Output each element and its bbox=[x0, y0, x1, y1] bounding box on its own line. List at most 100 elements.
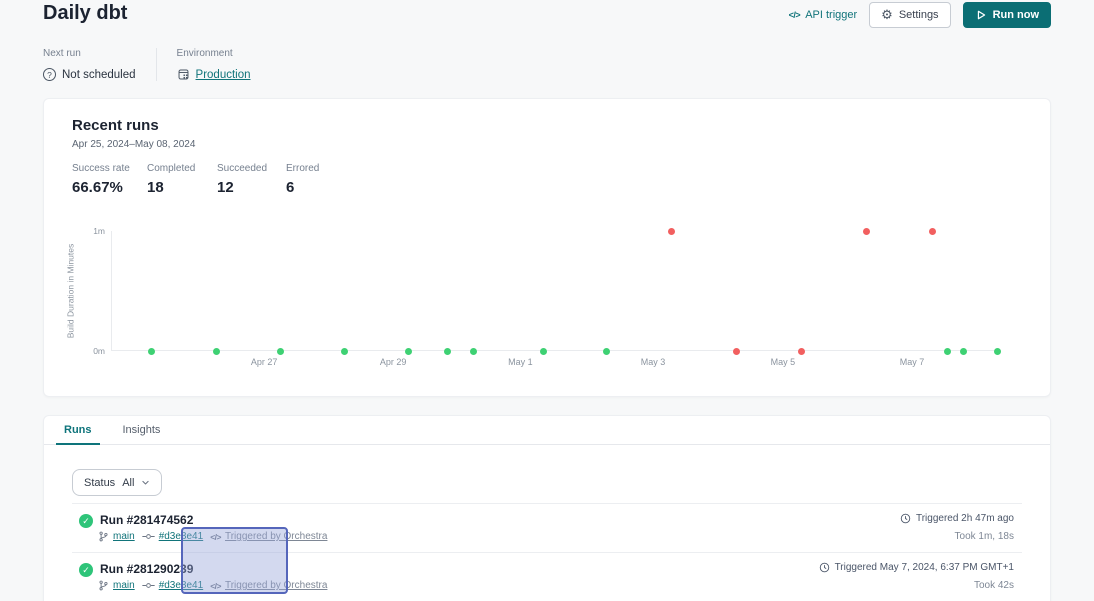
branch-item: main bbox=[98, 531, 135, 542]
run-duration: Took 1m, 18s bbox=[955, 531, 1014, 542]
settings-button[interactable]: ⚙ Settings bbox=[869, 2, 950, 28]
environment-link[interactable]: Production bbox=[196, 69, 251, 81]
chevron-down-icon bbox=[141, 478, 150, 487]
run-stats: Success rate 66.67% Completed 18 Succeed… bbox=[72, 163, 319, 196]
x-axis-ticks: Apr 27 Apr 29 May 1 May 3 May 5 May 7 bbox=[111, 357, 1001, 369]
clock-icon bbox=[819, 562, 830, 573]
header-actions: </> API trigger ⚙ Settings Run now bbox=[789, 1, 1051, 28]
tab-runs[interactable]: Runs bbox=[56, 416, 100, 444]
run-success-icon: ✓ bbox=[79, 514, 93, 528]
run-triggered-time: Triggered May 7, 2024, 6:37 PM GMT+1 bbox=[819, 562, 1014, 573]
environment-label: Environment bbox=[177, 48, 251, 59]
code-icon: </> bbox=[210, 532, 221, 542]
run-point-success[interactable] bbox=[213, 348, 220, 355]
run-point-success[interactable] bbox=[277, 348, 284, 355]
page-title: Daily dbt bbox=[43, 2, 127, 25]
run-point-success[interactable] bbox=[994, 348, 1001, 355]
y-axis-tick: 1m bbox=[80, 226, 105, 236]
recent-runs-card: Recent runs Apr 25, 2024–May 08, 2024 Su… bbox=[43, 98, 1051, 397]
status-filter-label: Status bbox=[84, 477, 115, 489]
next-run-value: Not scheduled bbox=[62, 69, 136, 81]
run-point-success[interactable] bbox=[405, 348, 412, 355]
play-icon bbox=[975, 9, 987, 21]
tab-insights[interactable]: Insights bbox=[115, 416, 169, 444]
run-point-error[interactable] bbox=[929, 228, 936, 235]
run-now-label: Run now bbox=[993, 9, 1039, 21]
trigger-link[interactable]: Triggered by Orchestra bbox=[225, 580, 327, 591]
stat-value: 6 bbox=[286, 179, 319, 196]
commit-item: #d3e8e41 bbox=[142, 531, 204, 542]
git-commit-icon bbox=[142, 580, 155, 591]
job-meta: Next run ? Not scheduled Environment bbox=[43, 48, 251, 81]
tab-bar: Runs Insights bbox=[44, 416, 1050, 445]
question-circle-icon: ? bbox=[43, 68, 56, 81]
run-point-success[interactable] bbox=[603, 348, 610, 355]
stat-label: Success rate bbox=[72, 163, 147, 174]
run-point-error[interactable] bbox=[863, 228, 870, 235]
run-point-success[interactable] bbox=[444, 348, 451, 355]
stat-value: 66.67% bbox=[72, 179, 147, 196]
trigger-item: </> Triggered by Orchestra bbox=[210, 531, 327, 542]
x-axis-tick: May 3 bbox=[641, 357, 666, 367]
run-title: Run #281474562 bbox=[100, 513, 193, 527]
stat-label: Errored bbox=[286, 163, 319, 174]
next-run-label: Next run bbox=[43, 48, 136, 59]
trigger-item: </> Triggered by Orchestra bbox=[210, 580, 327, 591]
commit-item: #d3e8e41 bbox=[142, 580, 204, 591]
stat-success-rate: Success rate 66.67% bbox=[72, 163, 147, 196]
run-point-success[interactable] bbox=[148, 348, 155, 355]
run-row[interactable]: ✓ Run #281290239 main bbox=[44, 552, 1050, 601]
commit-link[interactable]: #d3e8e41 bbox=[159, 531, 204, 542]
run-point-error[interactable] bbox=[733, 348, 740, 355]
branch-link[interactable]: main bbox=[113, 580, 135, 591]
y-axis-label-wrap: Build Duration in Minutes bbox=[62, 231, 78, 351]
run-now-button[interactable]: Run now bbox=[963, 2, 1051, 28]
run-triggered-time: Triggered 2h 47m ago bbox=[900, 513, 1014, 524]
gear-icon: ⚙ bbox=[881, 8, 893, 21]
code-icon: </> bbox=[789, 10, 801, 20]
run-point-success[interactable] bbox=[960, 348, 967, 355]
y-axis-tick: 0m bbox=[80, 346, 105, 356]
stat-succeeded: Succeeded 12 bbox=[217, 163, 286, 196]
run-row[interactable]: ✓ Run #281474562 main bbox=[44, 503, 1050, 552]
code-icon: </> bbox=[210, 581, 221, 591]
run-point-error[interactable] bbox=[798, 348, 805, 355]
git-commit-icon bbox=[142, 531, 155, 542]
x-axis-tick: Apr 27 bbox=[251, 357, 278, 367]
environment-value-row: Production bbox=[177, 68, 251, 81]
run-point-success[interactable] bbox=[470, 348, 477, 355]
run-duration-scatter bbox=[111, 231, 1001, 351]
environment-block: Environment Production bbox=[177, 48, 251, 81]
triggered-text: Triggered May 7, 2024, 6:37 PM GMT+1 bbox=[835, 562, 1014, 573]
run-duration: Took 42s bbox=[974, 580, 1014, 591]
run-point-error[interactable] bbox=[668, 228, 675, 235]
x-axis-tick: May 5 bbox=[771, 357, 796, 367]
stat-label: Completed bbox=[147, 163, 217, 174]
trigger-link[interactable]: Triggered by Orchestra bbox=[225, 531, 327, 542]
clock-icon bbox=[900, 513, 911, 524]
status-filter-dropdown[interactable]: Status All bbox=[72, 469, 162, 496]
status-filter-value: All bbox=[122, 477, 134, 489]
job-page: Daily dbt </> API trigger ⚙ Settings Run… bbox=[0, 0, 1094, 601]
api-trigger-label: API trigger bbox=[805, 9, 857, 21]
x-axis-tick: May 7 bbox=[900, 357, 925, 367]
stat-value: 18 bbox=[147, 179, 217, 196]
run-sub-row: main #d3e8e41 </> Triggered by Orchestra bbox=[98, 580, 327, 591]
next-run-block: Next run ? Not scheduled bbox=[43, 48, 136, 81]
api-trigger-link[interactable]: </> API trigger bbox=[789, 9, 857, 21]
database-icon bbox=[177, 68, 190, 81]
commit-link[interactable]: #d3e8e41 bbox=[159, 580, 204, 591]
stat-label: Succeeded bbox=[217, 163, 286, 174]
y-axis-label: Build Duration in Minutes bbox=[65, 244, 75, 339]
branch-item: main bbox=[98, 580, 135, 591]
x-axis-tick: Apr 29 bbox=[380, 357, 407, 367]
run-point-success[interactable] bbox=[540, 348, 547, 355]
run-point-success[interactable] bbox=[341, 348, 348, 355]
run-title: Run #281290239 bbox=[100, 562, 193, 576]
next-run-value-row: ? Not scheduled bbox=[43, 68, 136, 81]
meta-divider bbox=[156, 48, 157, 81]
run-point-success[interactable] bbox=[944, 348, 951, 355]
branch-link[interactable]: main bbox=[113, 531, 135, 542]
stat-errored: Errored 6 bbox=[286, 163, 319, 196]
x-axis-tick: May 1 bbox=[508, 357, 533, 367]
